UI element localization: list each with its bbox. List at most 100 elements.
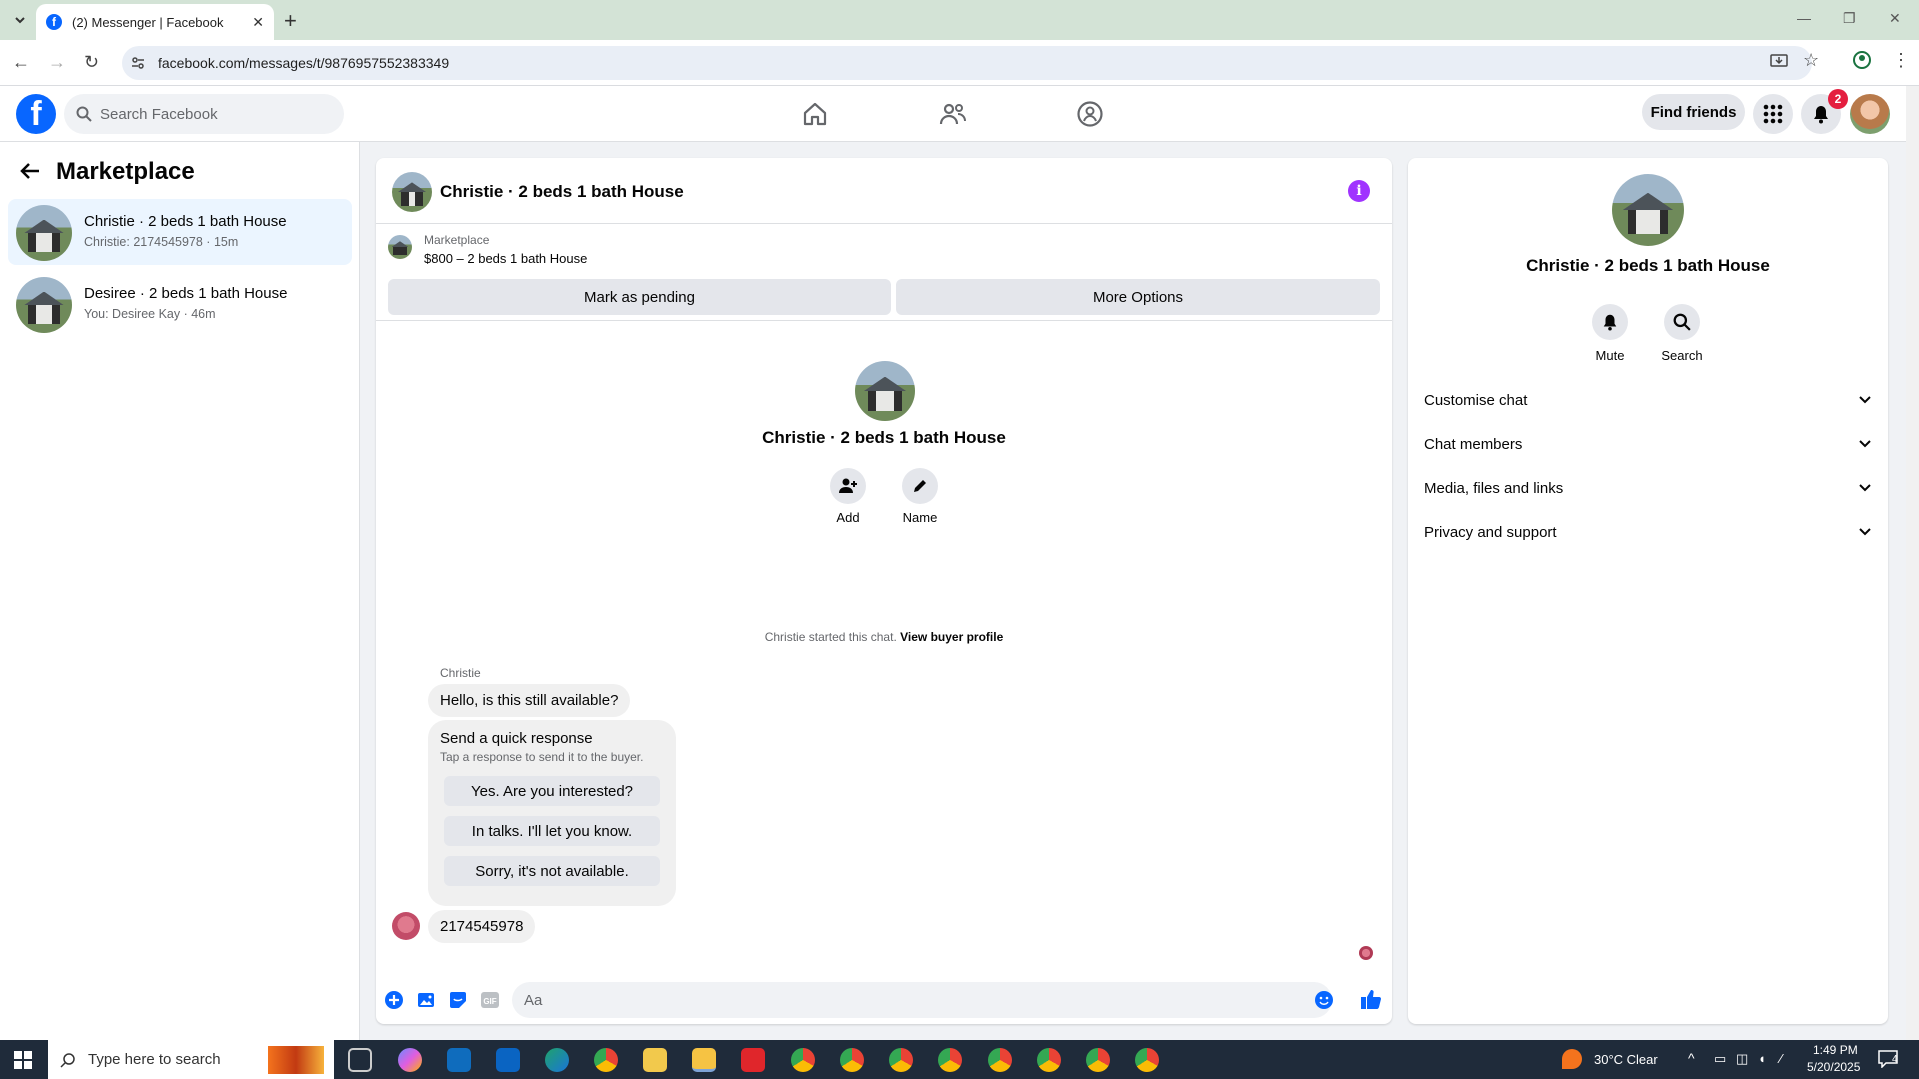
gif-icon[interactable]: GIF xyxy=(480,990,500,1010)
tray-chevron-icon[interactable]: ^ xyxy=(1688,1050,1695,1066)
back-arrow-icon[interactable] xyxy=(20,162,40,180)
facebook-favicon-icon: f xyxy=(46,14,62,30)
task-view-icon[interactable] xyxy=(348,1048,372,1072)
profile-icon[interactable] xyxy=(1852,50,1872,70)
view-buyer-profile-link[interactable]: View buyer profile xyxy=(900,630,1003,644)
facebook-search-input[interactable]: Search Facebook xyxy=(64,94,344,134)
close-window-icon[interactable]: ✕ xyxy=(1889,10,1901,27)
sticker-icon[interactable] xyxy=(448,990,468,1010)
address-bar[interactable]: facebook.com/messages/t/9876957552383349 xyxy=(122,46,1812,80)
conversation-item[interactable]: Desiree · 2 beds 1 bath House You: Desir… xyxy=(8,271,352,337)
facebook-logo-icon[interactable]: f xyxy=(16,94,56,134)
attach-photo-icon[interactable] xyxy=(416,990,436,1010)
restore-icon[interactable]: ❐ xyxy=(1843,10,1856,27)
add-people-button[interactable]: Add xyxy=(818,468,878,525)
chat-title[interactable]: Christie · 2 beds 1 bath House xyxy=(440,182,684,202)
account-avatar[interactable] xyxy=(1850,94,1890,134)
chrome-profile-icon[interactable] xyxy=(1037,1048,1061,1072)
section-chat-members[interactable]: Chat members xyxy=(1424,426,1872,462)
quick-response-button[interactable]: Yes. Are you interested? xyxy=(444,776,660,806)
quick-response-card: Send a quick response Tap a response to … xyxy=(428,720,676,906)
emoji-icon[interactable] xyxy=(1314,990,1334,1010)
quick-response-button[interactable]: Sorry, it's not available. xyxy=(444,856,660,886)
mute-button[interactable]: Mute xyxy=(1580,304,1640,363)
app-red-icon[interactable] xyxy=(741,1048,765,1072)
weather-text[interactable]: 30°C Clear xyxy=(1594,1052,1658,1067)
back-icon[interactable]: ← xyxy=(12,52,30,73)
chrome-profile-icon[interactable] xyxy=(1135,1048,1159,1072)
more-actions-plus-icon[interactable] xyxy=(384,990,404,1010)
browser-menu-icon[interactable]: ⋮ xyxy=(1892,50,1910,71)
thumbs-up-icon[interactable] xyxy=(1360,988,1382,1010)
bell-icon xyxy=(1814,106,1828,124)
wifi-icon[interactable]: ◫ xyxy=(1736,1051,1748,1067)
edge-icon[interactable] xyxy=(545,1048,569,1072)
browser-tab[interactable]: f (2) Messenger | Facebook ✕ xyxy=(36,4,274,40)
outlook-icon[interactable] xyxy=(496,1048,520,1072)
sticky-notes-icon[interactable] xyxy=(692,1048,716,1072)
quick-response-button[interactable]: In talks. I'll let you know. xyxy=(444,816,660,846)
conversation-item[interactable]: Christie · 2 beds 1 bath House Christie:… xyxy=(8,199,352,265)
weather-icon xyxy=(1562,1049,1582,1069)
pen-icon[interactable]: ∕ xyxy=(1780,1051,1782,1066)
home-icon[interactable] xyxy=(801,100,829,128)
message-bubble[interactable]: Hello, is this still available? xyxy=(428,684,631,717)
reload-icon[interactable]: ↻ xyxy=(84,52,99,73)
windows-taskbar: Type here to search 30°C Clear ^ ▭ ◫ ◖ ∕… xyxy=(0,1040,1919,1079)
clock-date[interactable]: 5/20/2025 xyxy=(1807,1060,1860,1074)
section-customise-chat[interactable]: Customise chat xyxy=(1424,382,1872,418)
taskbar-search-placeholder: Type here to search xyxy=(88,1051,221,1068)
chrome-profile-icon[interactable] xyxy=(889,1048,913,1072)
clock-time[interactable]: 1:49 PM xyxy=(1813,1043,1858,1057)
section-privacy-support[interactable]: Privacy and support xyxy=(1424,514,1872,550)
friends-icon[interactable] xyxy=(939,100,967,128)
conversation-preview: Christie: 2174545978 · 15m xyxy=(84,235,239,249)
bookmark-star-icon[interactable]: ☆ xyxy=(1803,50,1819,71)
details-name: Christie · 2 beds 1 bath House xyxy=(1526,256,1770,275)
new-tab-button[interactable]: + xyxy=(284,8,297,34)
network-icon[interactable]: ▭ xyxy=(1714,1051,1726,1067)
chrome-profile-icon[interactable] xyxy=(1086,1048,1110,1072)
chevron-down-icon xyxy=(1859,528,1871,536)
chrome-profile-icon[interactable] xyxy=(791,1048,815,1072)
microsoft-store-icon[interactable] xyxy=(447,1048,471,1072)
message-bubble[interactable]: 2174545978 xyxy=(428,910,536,943)
more-options-button[interactable]: More Options xyxy=(896,279,1380,315)
windows-start-icon[interactable] xyxy=(14,1051,32,1069)
info-icon[interactable]: i xyxy=(1348,180,1370,202)
search-in-chat-button[interactable]: Search xyxy=(1652,304,1712,363)
volume-icon[interactable]: ◖ xyxy=(1758,1051,1766,1066)
forward-icon[interactable]: → xyxy=(48,52,66,73)
mark-as-pending-button[interactable]: Mark as pending xyxy=(388,279,891,315)
seen-indicator xyxy=(1359,946,1373,960)
chat-center-name: Christie · 2 beds 1 bath House xyxy=(762,428,1006,447)
name-chat-button[interactable]: Name xyxy=(890,468,950,525)
copilot-icon[interactable] xyxy=(398,1048,422,1072)
groups-icon[interactable] xyxy=(1076,100,1104,128)
chrome-profile-icon[interactable] xyxy=(988,1048,1012,1072)
site-info-icon[interactable] xyxy=(131,56,145,70)
menu-grid-button[interactable] xyxy=(1753,94,1793,134)
chrome-profile-icon[interactable] xyxy=(938,1048,962,1072)
url-text: facebook.com/messages/t/9876957552383349 xyxy=(158,55,450,71)
section-media-files-links[interactable]: Media, files and links xyxy=(1424,470,1872,506)
file-explorer-icon[interactable] xyxy=(643,1048,667,1072)
message-composer: GIF Aa xyxy=(376,976,1392,1024)
chrome-icon[interactable] xyxy=(594,1048,618,1072)
mute-label: Mute xyxy=(1595,348,1625,363)
tab-search-dropdown[interactable] xyxy=(10,10,30,30)
notification-center-count: 4 xyxy=(1892,1054,1898,1065)
page-scrollbar[interactable] xyxy=(1906,86,1919,1040)
search-icon xyxy=(1664,304,1700,340)
chat-header: Christie · 2 beds 1 bath House i xyxy=(376,158,1392,224)
minimize-icon[interactable]: — xyxy=(1797,10,1811,26)
chat-thumbnail[interactable] xyxy=(392,172,432,212)
chrome-profile-icon[interactable] xyxy=(840,1048,864,1072)
message-input[interactable]: Aa xyxy=(512,982,1332,1018)
close-tab-icon[interactable]: ✕ xyxy=(252,14,264,31)
install-app-icon[interactable] xyxy=(1770,52,1788,70)
search-highlight-icon[interactable] xyxy=(268,1046,324,1074)
find-friends-button[interactable]: Find friends xyxy=(1642,94,1745,130)
section-label: Media, files and links xyxy=(1424,479,1564,497)
listing-price[interactable]: $800 – 2 beds 1 bath House xyxy=(424,251,587,266)
